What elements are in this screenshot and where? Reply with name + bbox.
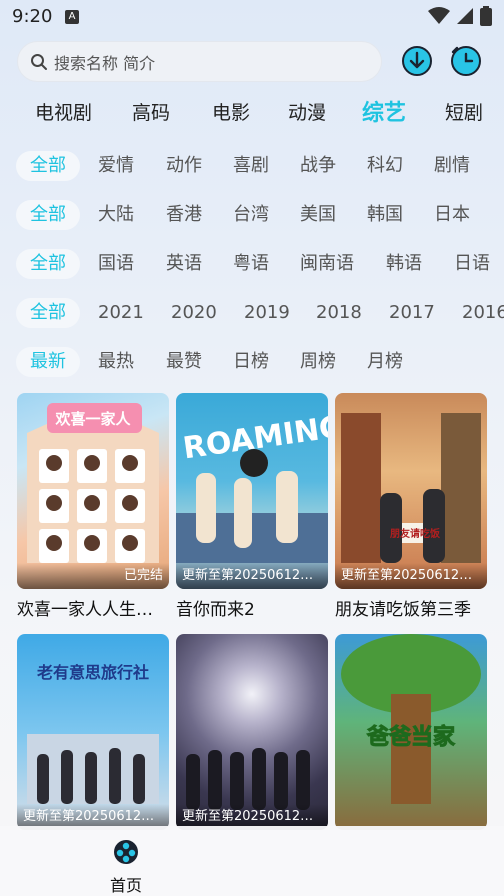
language-chip[interactable]: 韩语 bbox=[386, 249, 422, 279]
poster-image: 朋友请吃饭 更新至第20250612… bbox=[335, 393, 487, 589]
region-chip[interactable]: 韩国 bbox=[367, 200, 403, 230]
status-badge: 已完结 bbox=[17, 563, 169, 589]
card-title: 音你而来2 bbox=[176, 600, 255, 620]
region-chip[interactable]: 日本 bbox=[434, 200, 470, 230]
poster-image: 爸爸当家 bbox=[335, 634, 487, 830]
home-icon bbox=[114, 840, 138, 864]
filter-genre: 全部 爱情 动作 喜剧 战争 科幻 剧情 bbox=[0, 146, 504, 186]
search-input[interactable]: 搜索名称 简介 bbox=[17, 41, 382, 82]
status-time: 9:20 bbox=[12, 6, 53, 27]
genre-chip[interactable]: 爱情 bbox=[98, 151, 134, 181]
bottom-nav: 首页 bbox=[0, 826, 504, 896]
genre-chip[interactable]: 喜剧 bbox=[233, 151, 269, 181]
year-chip[interactable]: 2017 bbox=[389, 298, 435, 328]
tab-movie[interactable]: 电影 bbox=[212, 98, 250, 125]
poster-text: 爸爸当家 bbox=[366, 724, 456, 750]
notification-a-icon: A bbox=[65, 10, 79, 24]
year-chip[interactable]: 2020 bbox=[171, 298, 217, 328]
genre-chip[interactable]: 动作 bbox=[166, 151, 202, 181]
wifi-icon bbox=[428, 7, 450, 24]
year-chip[interactable]: 2016 bbox=[462, 298, 504, 328]
genre-chip[interactable]: 战争 bbox=[300, 151, 336, 181]
filter-language: 全部 国语 英语 粤语 闽南语 韩语 日语 bbox=[0, 244, 504, 284]
poster-image: 欢喜一家人 已完结 bbox=[17, 393, 169, 589]
sort-chip[interactable]: 月榜 bbox=[367, 347, 403, 377]
nav-home-label: 首页 bbox=[109, 876, 142, 895]
card-title: 欢喜一家人人生… bbox=[17, 600, 153, 620]
poster-text: 老有意思旅行社 bbox=[36, 663, 149, 682]
language-chip[interactable]: 英语 bbox=[166, 249, 202, 279]
filter-sort: 最新 最热 最赞 日榜 周榜 月榜 bbox=[0, 342, 504, 382]
filter-year: 全部 2021 2020 2019 2018 2017 2016 bbox=[0, 293, 504, 333]
status-bar: 9:20 A bbox=[0, 0, 504, 36]
language-chip-all[interactable]: 全部 bbox=[16, 249, 80, 279]
sort-chip[interactable]: 最热 bbox=[98, 347, 134, 377]
poster-image: ROAMING 更新至第20250612… bbox=[176, 393, 328, 589]
video-card[interactable]: 更新至第20250612… bbox=[176, 634, 328, 830]
signal-icon bbox=[457, 8, 473, 24]
tab-high-bitrate[interactable]: 高码 bbox=[132, 98, 170, 125]
year-chip[interactable]: 2018 bbox=[316, 298, 362, 328]
year-chip[interactable]: 2021 bbox=[98, 298, 144, 328]
region-chip-all[interactable]: 全部 bbox=[16, 200, 80, 230]
download-icon[interactable] bbox=[400, 44, 434, 78]
language-chip[interactable]: 闽南语 bbox=[300, 249, 354, 279]
genre-chip[interactable]: 剧情 bbox=[434, 151, 470, 181]
region-chip[interactable]: 台湾 bbox=[233, 200, 269, 230]
tab-short-drama[interactable]: 短剧 bbox=[445, 98, 483, 125]
poster-image: 更新至第20250612… bbox=[176, 634, 328, 830]
region-chip[interactable]: 大陆 bbox=[98, 200, 134, 230]
language-chip[interactable]: 国语 bbox=[98, 249, 134, 279]
year-chip[interactable]: 2019 bbox=[244, 298, 290, 328]
sort-chip[interactable]: 最赞 bbox=[166, 347, 202, 377]
region-chip[interactable]: 美国 bbox=[300, 200, 336, 230]
video-card[interactable]: 老有意思旅行社 更新至第20250612… bbox=[17, 634, 169, 830]
video-card[interactable]: 欢喜一家人 已完结 欢喜一家人人生… bbox=[17, 393, 169, 620]
card-title: 朋友请吃饭第三季 bbox=[335, 600, 471, 620]
year-chip-all[interactable]: 全部 bbox=[16, 298, 80, 328]
tab-tv[interactable]: 电视剧 bbox=[35, 98, 92, 125]
sort-chip[interactable]: 周榜 bbox=[300, 347, 336, 377]
status-badge: 更新至第20250612… bbox=[176, 563, 328, 589]
battery-icon bbox=[480, 6, 492, 26]
video-card[interactable]: 朋友请吃饭 更新至第20250612… 朋友请吃饭第三季 bbox=[335, 393, 487, 620]
filter-region: 全部 大陆 香港 台湾 美国 韩国 日本 bbox=[0, 195, 504, 235]
poster-image: 老有意思旅行社 更新至第20250612… bbox=[17, 634, 169, 830]
genre-chip-all[interactable]: 全部 bbox=[16, 151, 80, 181]
tab-variety[interactable]: 综艺 bbox=[362, 95, 406, 127]
history-icon[interactable] bbox=[449, 44, 483, 78]
tab-anime[interactable]: 动漫 bbox=[288, 98, 326, 125]
video-card[interactable]: 爸爸当家 bbox=[335, 634, 487, 830]
status-icons bbox=[428, 6, 492, 26]
genre-chip[interactable]: 科幻 bbox=[367, 151, 403, 181]
sort-chip[interactable]: 日榜 bbox=[233, 347, 269, 377]
nav-home[interactable]: 首页 bbox=[104, 838, 148, 896]
sort-chip-latest[interactable]: 最新 bbox=[16, 347, 80, 377]
video-card[interactable]: ROAMING 更新至第20250612… 音你而来2 bbox=[176, 393, 328, 620]
status-badge: 更新至第20250612… bbox=[335, 563, 487, 589]
poster-text: 欢喜一家人 bbox=[54, 410, 131, 428]
search-icon bbox=[31, 53, 47, 70]
region-chip[interactable]: 香港 bbox=[166, 200, 202, 230]
poster-text: 朋友请吃饭 bbox=[389, 527, 440, 540]
language-chip[interactable]: 日语 bbox=[454, 249, 490, 279]
search-placeholder: 搜索名称 简介 bbox=[54, 53, 156, 73]
language-chip[interactable]: 粤语 bbox=[233, 249, 269, 279]
category-tabs: 电视剧 高码 电影 动漫 综艺 短剧 bbox=[0, 92, 504, 132]
